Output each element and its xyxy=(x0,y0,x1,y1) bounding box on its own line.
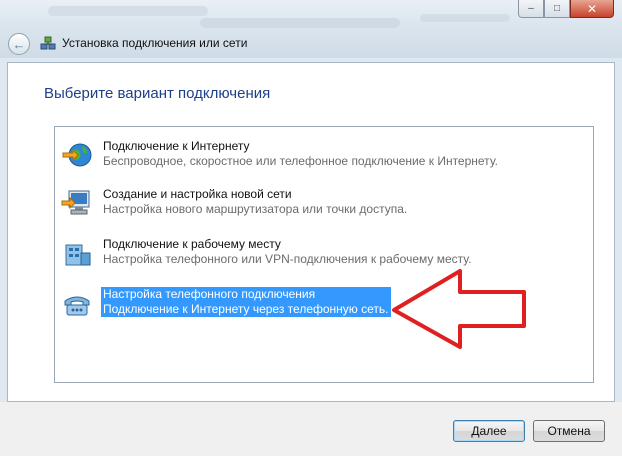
nav-title: Установка подключения или сети xyxy=(40,35,247,51)
window-controls: – □ ✕ xyxy=(518,0,614,18)
back-button[interactable]: ← xyxy=(8,33,30,55)
window-titlebar: – □ ✕ ← Установка подключения или сети xyxy=(0,0,622,58)
option-title: Подключение к Интернету xyxy=(103,139,250,153)
option-description: Подключение к Интернету через телефонную… xyxy=(101,302,391,317)
nav-title-text: Установка подключения или сети xyxy=(62,36,248,50)
network-setup-icon xyxy=(40,36,56,50)
option-new-network[interactable]: Создание и настройка новой сети Настройк… xyxy=(61,187,409,219)
next-button[interactable]: Далее xyxy=(453,420,525,442)
option-description: Настройка телефонного или VPN-подключени… xyxy=(103,252,472,266)
option-description: Настройка нового маршрутизатора или точк… xyxy=(103,202,408,216)
maximize-button[interactable]: □ xyxy=(544,0,570,18)
page-title: Выберите вариант подключения xyxy=(44,85,271,102)
option-dialup[interactable]: Настройка телефонного подключения Подклю… xyxy=(61,287,391,319)
blurred-background xyxy=(200,18,400,28)
back-arrow-icon: ← xyxy=(12,36,26,52)
globe-network-icon xyxy=(62,143,92,167)
minimize-button[interactable]: – xyxy=(518,0,544,18)
option-description: Беспроводное, скоростное или телефонное … xyxy=(103,154,498,168)
blurred-background xyxy=(48,6,208,16)
cancel-button[interactable]: Отмена xyxy=(533,420,605,442)
new-network-icon xyxy=(61,190,90,215)
dialog-footer: Далее Отмена xyxy=(0,402,622,456)
workplace-icon xyxy=(65,244,91,266)
connection-options-list: Подключение к Интернету Беспроводное, ск… xyxy=(54,126,594,383)
option-title: Создание и настройка новой сети xyxy=(103,187,292,201)
close-button[interactable]: ✕ xyxy=(570,0,614,18)
option-internet[interactable]: Подключение к Интернету Беспроводное, ск… xyxy=(61,139,500,171)
option-title: Подключение к рабочему месту xyxy=(103,237,281,251)
dialup-phone-icon xyxy=(64,296,90,316)
blurred-background xyxy=(420,14,510,22)
wizard-content: Выберите вариант подключения Подключение… xyxy=(7,62,615,402)
option-title: Настройка телефонного подключения xyxy=(101,287,391,302)
option-workplace[interactable]: Подключение к рабочему месту Настройка т… xyxy=(61,237,473,269)
